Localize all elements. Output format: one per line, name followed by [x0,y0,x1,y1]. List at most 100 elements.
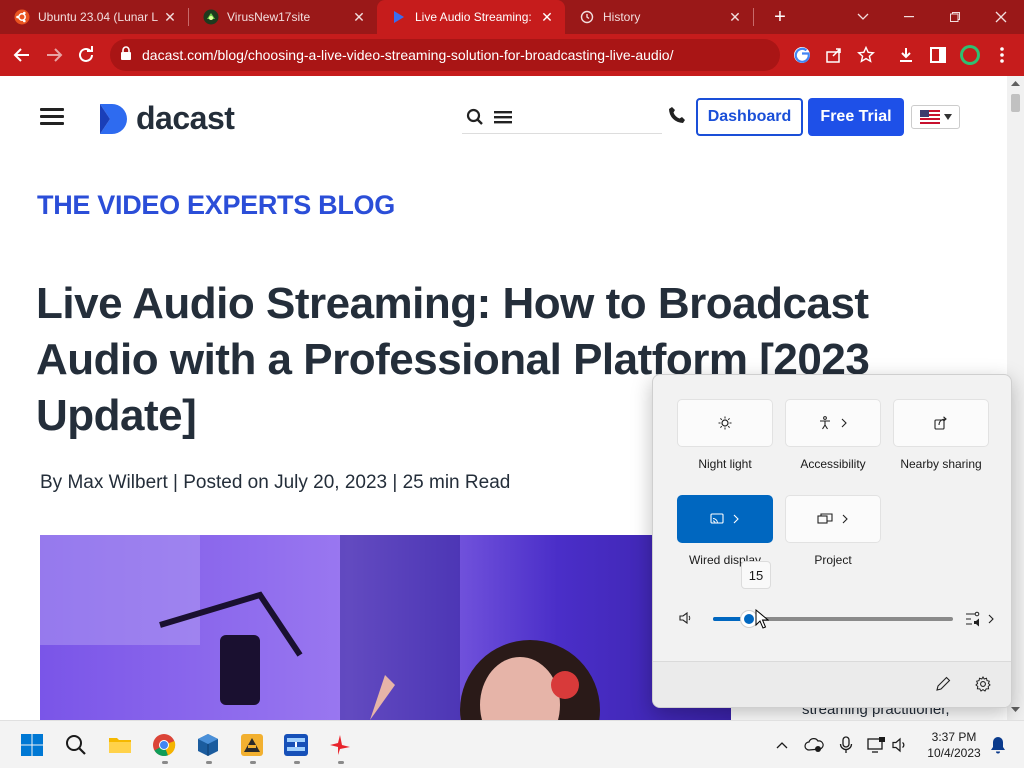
project-label: Project [814,553,852,567]
scrollbar-thumb[interactable] [1011,94,1020,112]
new-tab-button[interactable]: + [766,3,794,31]
logo-text: dacast [136,100,235,136]
dacast-logo[interactable]: dacast [98,100,235,137]
us-flag-icon [919,110,940,124]
show-hidden-icons-chevron-icon[interactable] [770,733,794,757]
dacast-logo-icon [100,103,127,134]
tab-virusnew17site[interactable]: VirusNew17site ✕ [189,0,377,34]
ubuntu-icon [14,9,30,25]
volume-slider[interactable] [713,610,953,628]
caret-down-icon [943,114,952,120]
volume-tooltip: 15 [741,561,771,589]
running-indicator [250,761,256,764]
search-icon[interactable] [466,108,484,131]
cast-icon [710,513,724,524]
forward-icon[interactable] [38,39,70,71]
edit-pencil-icon[interactable] [935,676,951,697]
start-windows-icon[interactable] [16,729,48,761]
minimize-icon[interactable] [886,0,932,34]
tab-search-icon[interactable] [840,0,886,34]
google-icon[interactable] [786,39,818,71]
red-tool-icon[interactable] [324,729,356,761]
back-icon[interactable] [6,39,38,71]
menu-icon[interactable] [40,108,64,126]
quick-settings-footer [653,661,1011,707]
tab-ubuntu[interactable]: Ubuntu 23.04 (Lunar L ✕ [0,0,188,34]
tab-title: History [603,10,641,24]
window-close-icon[interactable] [978,0,1024,34]
onedrive-cloud-icon[interactable] [802,733,826,757]
screen: Ubuntu 23.04 (Lunar L ✕ VirusNew17site ✕… [0,0,1024,768]
running-indicator [206,761,212,764]
microphone-icon[interactable] [834,733,858,757]
reload-icon[interactable] [70,39,102,71]
file-explorer-icon[interactable] [104,729,136,761]
accessibility-tile[interactable] [785,399,881,447]
tab-history[interactable]: History ✕ [565,0,753,34]
sandbox-app-icon[interactable] [236,729,268,761]
network-monitor-icon[interactable] [864,733,888,757]
settings-gear-icon[interactable] [975,676,991,697]
share-icon [934,416,947,430]
phone-icon[interactable] [668,106,686,129]
night-light-label: Night light [698,457,752,471]
scroll-up-icon[interactable] [1007,78,1024,90]
virtualbox-icon[interactable] [192,729,224,761]
tab-separator [753,8,754,26]
project-tile[interactable] [785,495,881,543]
taskbar-clock[interactable]: 3:37 PM 10/4/2023 [922,729,986,761]
blog-section-label[interactable]: THE VIDEO EXPERTS BLOG [37,190,395,221]
audio-output-button[interactable] [965,611,995,627]
close-icon[interactable]: ✕ [162,9,178,25]
bug-icon [203,9,219,25]
search-icon[interactable] [60,729,92,761]
dashboard-button[interactable]: Dashboard [696,98,803,136]
share-icon[interactable] [818,39,850,71]
quick-settings-panel: Night light Accessibility Nearby sharing… [652,374,1012,708]
clock-date: 10/4/2023 [927,746,981,760]
notification-bell-icon[interactable] [986,733,1010,757]
dacast-favicon-icon [391,9,407,25]
close-icon[interactable]: ✕ [351,9,367,25]
chevron-right-icon [988,614,994,624]
menu-kebab-icon[interactable] [986,39,1018,71]
nearby-sharing-label: Nearby sharing [900,457,982,471]
restore-icon[interactable] [932,0,978,34]
chevron-right-icon [842,514,848,524]
history-icon [579,9,595,25]
browser-toolbar: dacast.com/blog/choosing-a-live-video-st… [0,34,1024,76]
free-trial-button[interactable]: Free Trial [808,98,904,136]
chevron-right-icon [733,514,739,524]
night-light-tile[interactable] [677,399,773,447]
site-search[interactable] [462,106,662,134]
profile-avatar-icon[interactable] [954,39,986,71]
chrome-icon[interactable] [148,729,180,761]
wired-display-tile[interactable] [677,495,773,543]
close-icon[interactable]: ✕ [539,9,555,25]
article-byline: By Max Wilbert | Posted on July 20, 2023… [40,472,511,493]
address-bar[interactable]: dacast.com/blog/choosing-a-live-video-st… [110,39,780,71]
network-app-icon[interactable] [280,729,312,761]
project-icon [817,513,833,524]
url-text: dacast.com/blog/choosing-a-live-video-st… [142,47,674,63]
lock-icon [120,45,132,65]
tab-title: Ubuntu 23.04 (Lunar L [38,10,159,24]
close-icon[interactable]: ✕ [727,9,743,25]
speaker-icon[interactable] [679,611,693,630]
accessibility-icon [820,416,830,430]
download-icon[interactable] [890,39,922,71]
windows-taskbar: 3:37 PM 10/4/2023 [0,720,1024,768]
running-indicator [294,761,300,764]
mouse-cursor-icon [755,608,770,634]
bookmark-star-icon[interactable] [850,39,882,71]
brightness-icon [718,416,732,430]
tab-title: VirusNew17site [227,10,311,24]
volume-icon[interactable] [888,733,912,757]
nearby-sharing-tile[interactable] [893,399,989,447]
tab-live-audio-streaming[interactable]: Live Audio Streaming: ✕ [377,0,565,34]
side-panel-icon[interactable] [922,39,954,71]
clock-time: 3:37 PM [931,730,977,744]
list-icon[interactable] [494,110,512,129]
language-selector[interactable] [911,105,960,129]
tab-title: Live Audio Streaming: [415,10,532,24]
